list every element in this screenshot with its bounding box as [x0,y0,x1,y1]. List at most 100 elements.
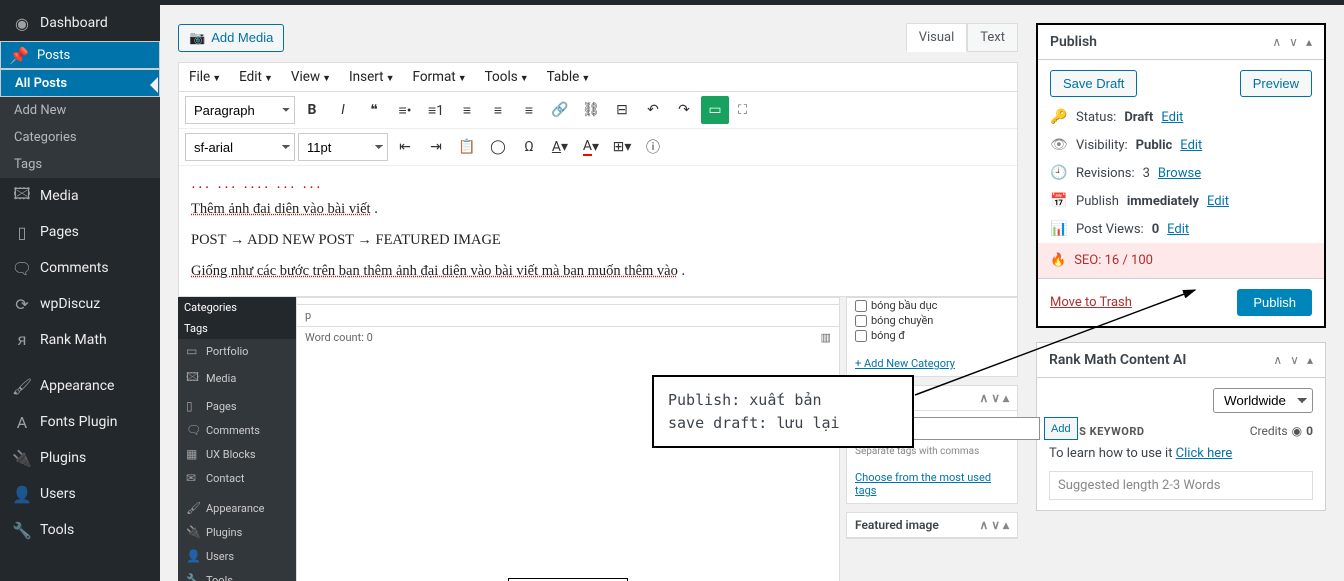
comments-icon: 🗨 [12,258,32,278]
menu-table[interactable]: Table▼ [547,69,591,85]
blockquote-button[interactable]: ❝ [360,96,388,124]
n-contact[interactable]: ✉Contact [178,466,296,490]
menu-rankmath[interactable]: ᴙRank Math [0,322,160,358]
save-draft-button[interactable]: Save Draft [1050,70,1137,97]
seo-icon: 🔥 [1050,253,1066,268]
menu-dashboard[interactable]: ◉Dashboard [0,5,160,41]
n-pages[interactable]: ▯Pages [178,394,296,418]
menu-wpdiscuz[interactable]: ⟳wpDiscuz [0,286,160,322]
bold-button[interactable]: B [298,96,326,124]
move-to-trash-link[interactable]: Move to Trash [1050,295,1132,310]
menu-tools[interactable]: 🔧Tools [0,512,160,548]
special-char-button[interactable]: Ω [515,133,543,161]
text-color-button[interactable]: A▾ [577,133,605,161]
outdent-button[interactable]: ⇤ [391,133,419,161]
bullet-list-button[interactable]: ≡• [391,96,419,124]
help-button[interactable]: ⓘ [639,133,667,161]
edit-publish-link[interactable]: Edit [1207,194,1229,209]
panel-toggle-icon[interactable]: ▴ [1306,35,1312,49]
tags-add-button[interactable]: Add [1044,417,1078,440]
submenu-all-posts[interactable]: All Posts [0,69,160,97]
nested-path: p [305,309,311,322]
align-left-button[interactable]: ≡ [453,96,481,124]
n-users[interactable]: 👤Users [178,544,296,568]
appearance-icon: 🖌 [12,376,32,396]
fullscreen-button[interactable]: ⛶ [738,103,747,118]
n-media[interactable]: 🖾Media [178,363,296,394]
panel-up-icon[interactable]: ∧ [1272,35,1281,49]
edit-status-link[interactable]: Edit [1161,110,1183,125]
menu-posts[interactable]: 📌Posts [0,41,160,69]
menu-insert[interactable]: Insert▼ [349,69,395,85]
choose-tags-link[interactable]: Choose from the most used tags [855,471,991,497]
add-media-button[interactable]: 📷Add Media [178,24,284,52]
n-uxblocks[interactable]: ▦UX Blocks [178,442,296,466]
align-center-button[interactable]: ≡ [484,96,512,124]
revisions-icon: 🕘 [1050,165,1068,181]
menu-fonts[interactable]: AFonts Plugin [0,404,160,440]
undo-button[interactable]: ↶ [639,96,667,124]
rankmath-icon: ᴙ [12,330,32,350]
learn-link[interactable]: Click here [1176,446,1233,461]
cat-bongchuyen[interactable] [855,315,867,327]
submenu-tags[interactable]: Tags [0,151,160,178]
tools-icon: 🔧 [12,520,32,540]
editor-body[interactable]: ··· ··· ···· ··· ··· Thêm ảnh đại diện v… [179,166,1017,296]
n-portfolio[interactable]: ▭Portfolio [178,339,296,363]
numbered-list-button[interactable]: ≡1 [422,96,450,124]
menu-appearance[interactable]: 🖌Appearance [0,368,160,404]
region-select[interactable]: Worldwide [1213,388,1313,413]
table-button[interactable]: ⊞▾ [608,133,636,161]
edit-visibility-link[interactable]: Edit [1180,138,1202,153]
publish-button[interactable]: Publish [1237,289,1312,316]
unlink-button[interactable]: ⛓ [577,96,605,124]
paste-button[interactable]: 📋 [453,133,481,161]
panel-down-icon[interactable]: ∨ [1289,35,1298,49]
more-button[interactable]: ⊟ [608,96,636,124]
menu-edit[interactable]: Edit▼ [239,69,273,85]
align-right-button[interactable]: ≡ [515,96,543,124]
posts-submenu: All Posts Add New Categories Tags [0,69,160,178]
menu-tools[interactable]: Tools▼ [485,69,529,85]
menu-plugins[interactable]: 🔌Plugins [0,440,160,476]
menu-format[interactable]: Format▼ [413,69,467,85]
helper-button[interactable]: ▭ [701,96,729,124]
cat-bongbauduc[interactable] [855,300,867,312]
link-button[interactable]: 🔗 [546,96,574,124]
rankmath-panel: Rank Math Content AI∧∨▴ Worldwide FOCUS … [1036,342,1326,511]
size-select[interactable]: 11pt [298,133,388,161]
format-select[interactable]: Paragraph [185,96,295,124]
menu-users[interactable]: 👤Users [0,476,160,512]
bg-color-button[interactable]: A▾ [546,133,574,161]
redo-button[interactable]: ↷ [670,96,698,124]
menu-view[interactable]: View▼ [291,69,331,85]
cat-bongd[interactable] [855,330,867,342]
tab-text[interactable]: Text [967,23,1018,52]
nested-wordcount: Word count: 0 [305,331,373,344]
add-new-category-link[interactable]: + Add New Category [855,357,955,370]
n-appearance[interactable]: 🖌Appearance [178,496,296,520]
nested-cat-header: Categories [178,297,296,318]
menu-file[interactable]: File▼ [189,69,221,85]
annotation-callout: Publish: xuất bản save draft: lưu lại [652,375,914,448]
n-tools[interactable]: 🔧Tools [178,568,296,581]
n-plugins[interactable]: 🔌Plugins [178,520,296,544]
dashboard-icon: ◉ [12,13,32,33]
preview-button[interactable]: Preview [1240,70,1312,97]
indent-button[interactable]: ⇥ [422,133,450,161]
browse-revisions-link[interactable]: Browse [1158,166,1201,181]
tab-visual[interactable]: Visual [906,23,968,52]
edit-views-link[interactable]: Edit [1167,222,1189,237]
font-select[interactable]: sf-arial [185,133,295,161]
italic-button[interactable]: I [329,96,357,124]
clear-format-button[interactable]: ◯ [484,133,512,161]
calendar-icon: 📅 [1050,193,1068,209]
submenu-categories[interactable]: Categories [0,124,160,151]
nested-tags-header: Tags [178,318,296,339]
submenu-add-new[interactable]: Add New [0,97,160,124]
menu-comments[interactable]: 🗨Comments [0,250,160,286]
menu-pages[interactable]: ▯Pages [0,214,160,250]
n-comments[interactable]: 🗨Comments [178,418,296,442]
menu-media[interactable]: 🖾Media [0,178,160,214]
publish-title: Publish [1050,34,1097,50]
